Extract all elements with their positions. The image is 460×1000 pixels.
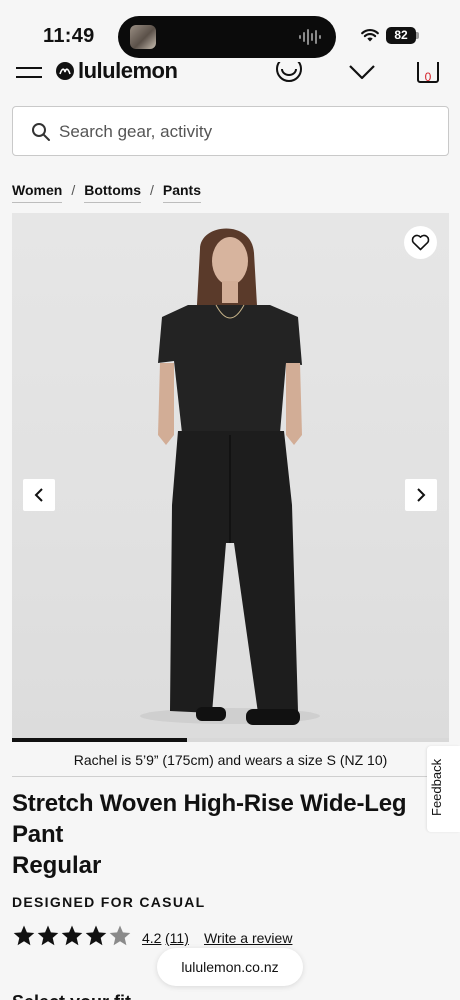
heart-icon — [411, 234, 430, 251]
browser-url-pill[interactable]: lululemon.co.nz — [157, 948, 303, 986]
heart-icon[interactable] — [346, 62, 378, 84]
divider — [12, 776, 449, 777]
star-icon — [85, 925, 107, 946]
breadcrumb: Women / Bottoms / Pants — [12, 181, 201, 203]
star-icon — [37, 925, 59, 946]
rating-stars[interactable] — [12, 924, 132, 948]
select-fit-heading: Select your fit — [12, 992, 131, 1000]
rating-value[interactable]: 4.2 — [142, 930, 161, 946]
audio-waveform-icon — [299, 29, 321, 45]
battery-nub — [416, 32, 419, 39]
product-fit: Regular — [12, 852, 102, 879]
breadcrumb-bottoms[interactable]: Bottoms — [84, 182, 141, 203]
wifi-icon — [361, 29, 379, 42]
star-icon — [61, 925, 83, 946]
rating-row: 4.2 (11) Write a review — [12, 924, 452, 950]
chevron-right-icon — [417, 488, 426, 502]
breadcrumb-pants[interactable]: Pants — [162, 182, 201, 203]
status-time: 11:49 — [43, 25, 95, 47]
bag-count: 0 — [424, 70, 432, 84]
star-icon — [13, 925, 35, 946]
write-review-link[interactable]: Write a review — [204, 930, 292, 946]
search-input[interactable]: Search gear, activity — [12, 106, 449, 156]
breadcrumb-separator: / — [149, 182, 154, 198]
status-bar: 11:49 82 — [0, 0, 460, 62]
add-to-wishlist-button[interactable] — [404, 226, 437, 259]
lululemon-logo-icon[interactable] — [56, 62, 74, 80]
next-image-button[interactable] — [405, 479, 437, 511]
image-progress-bar — [12, 738, 187, 742]
rating-count[interactable]: (11) — [165, 930, 189, 946]
menu-icon[interactable] — [16, 66, 42, 80]
brand-wordmark[interactable]: lululemon — [78, 62, 178, 82]
account-icon[interactable] — [273, 62, 305, 86]
dynamic-island[interactable] — [118, 16, 336, 58]
search-icon — [32, 123, 50, 141]
island-media-thumbnail — [130, 25, 156, 49]
breadcrumb-women[interactable]: Women — [12, 182, 63, 203]
star-icon — [109, 925, 131, 946]
app-header: lululemon — [0, 62, 460, 90]
designed-for-label: DESIGNED FOR CASUAL — [12, 894, 206, 910]
breadcrumb-separator: / — [71, 182, 76, 198]
image-progress-track — [12, 738, 449, 742]
search-placeholder: Search gear, activity — [59, 122, 213, 141]
battery-icon: 82 — [386, 27, 416, 44]
model-photo — [140, 228, 320, 725]
model-size-caption: Rachel is 5’9” (175cm) and wears a size … — [73, 752, 388, 768]
previous-image-button[interactable] — [23, 479, 55, 511]
chevron-left-icon — [34, 488, 43, 502]
product-title: Stretch Woven High-Rise Wide-Leg Pant — [12, 790, 407, 848]
product-image[interactable] — [12, 213, 449, 741]
